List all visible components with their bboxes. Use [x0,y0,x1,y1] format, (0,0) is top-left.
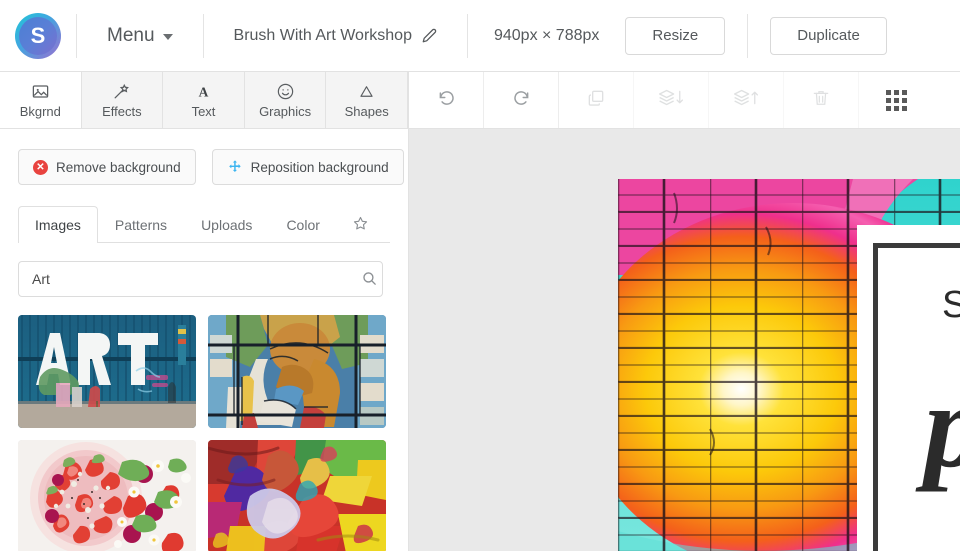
image-icon [31,81,50,101]
library-tab-patterns-label: Patterns [114,216,168,233]
app-root: S Menu Brush With Art Workshop 940px × 7… [0,0,960,551]
layers-down-icon [657,87,685,113]
toolbar-actions [409,72,960,128]
undo-button[interactable] [409,72,484,128]
star-icon [352,215,369,235]
tool-tab-group: Bkgrnd Effects A Text Graphics Shapes [0,72,409,128]
tool-tab-graphics-label: Graphics [259,104,312,119]
triangle-icon [357,81,376,101]
tool-tab-text[interactable]: A Text [163,72,245,128]
copy-icon [586,88,606,113]
resize-button[interactable]: Resize [625,16,726,55]
document-title[interactable]: Brush With Art Workshop [204,27,467,45]
reposition-background-label: Reposition background [250,159,389,175]
library-tab-patterns[interactable]: Patterns [98,206,184,242]
menu-button[interactable]: Menu [77,0,203,71]
app-body: ✕ Remove background Reposition backgroun… [0,129,960,551]
library-tab-uploads[interactable]: Uploads [184,206,269,242]
design-canvas-area[interactable]: S p [409,129,960,551]
magic-wand-icon [112,81,131,101]
poster-card[interactable]: S p [857,225,960,551]
avatar-letter: S [30,22,46,48]
svg-text:A: A [199,84,209,99]
tool-tab-bkgrnd[interactable]: Bkgrnd [0,72,82,128]
tool-tab-bkgrnd-label: Bkgrnd [19,104,61,119]
tool-tab-shapes[interactable]: Shapes [326,72,408,128]
delete-button[interactable] [784,72,859,128]
layers-up-icon [732,87,760,113]
search-icon[interactable] [361,270,378,287]
avatar[interactable]: S [0,12,76,59]
canvas-dimensions: 940px × 788px [493,26,600,44]
remove-circle-icon: ✕ [33,159,48,175]
image-results-grid [18,315,390,551]
duplicate-layer-button[interactable] [559,72,634,128]
redo-button[interactable] [484,72,559,128]
reposition-background-button[interactable]: Reposition background [211,149,404,185]
thumb-art-graffiti-container[interactable] [18,315,196,428]
library-tab-images-label: Images [35,216,81,233]
library-tab-color-label: Color [286,216,320,233]
search-row [18,261,390,297]
library-tab-uploads-label: Uploads [201,216,253,233]
send-backward-button[interactable] [634,72,709,128]
redo-icon [511,87,532,113]
chevron-down-icon [162,34,173,40]
bring-forward-button[interactable] [709,72,784,128]
pencil-icon[interactable] [422,28,437,43]
library-tab-images[interactable]: Images [18,206,98,243]
document-title-label: Brush With Art Workshop [233,26,412,44]
editor-toolbar: Bkgrnd Effects A Text Graphics Shapes [0,72,960,129]
library-tab-favorites[interactable] [337,206,384,242]
text-a-icon: A [194,81,213,101]
trash-icon [811,88,831,113]
duplicate-button[interactable]: Duplicate [770,16,887,55]
grid-view-button[interactable] [859,72,934,128]
menu-label: Menu [107,24,155,46]
tool-tab-shapes-label: Shapes [344,104,389,119]
thumb-paint-palette[interactable] [208,440,386,551]
remove-background-button[interactable]: ✕ Remove background [18,149,196,185]
poster-frame: S p [873,243,960,551]
tool-tab-text-label: Text [191,104,216,119]
library-tab-color[interactable]: Color [269,206,336,242]
library-tab-group: Images Patterns Uploads Color [18,206,390,243]
search-input[interactable] [18,261,383,297]
thumb-stained-glass[interactable] [208,315,386,428]
grid-icon [886,89,907,111]
user-avatar-icon[interactable]: S [15,12,61,59]
background-panel: ✕ Remove background Reposition backgroun… [0,129,409,551]
app-header: S Menu Brush With Art Workshop 940px × 7… [0,0,960,72]
background-action-row: ✕ Remove background Reposition backgroun… [18,129,404,185]
remove-background-label: Remove background [56,159,181,175]
move-arrows-icon [227,159,243,175]
tool-tab-graphics[interactable]: Graphics [244,72,327,128]
tool-tab-effects[interactable]: Effects [81,72,164,128]
tool-tab-effects-label: Effects [102,104,142,119]
poster-script: p [924,366,960,486]
header-divider-4 [747,13,749,58]
undo-icon [436,87,457,113]
smiley-icon [276,81,295,101]
poster-letter: S [942,284,960,326]
thumb-strawberry-bowl[interactable] [18,440,196,551]
